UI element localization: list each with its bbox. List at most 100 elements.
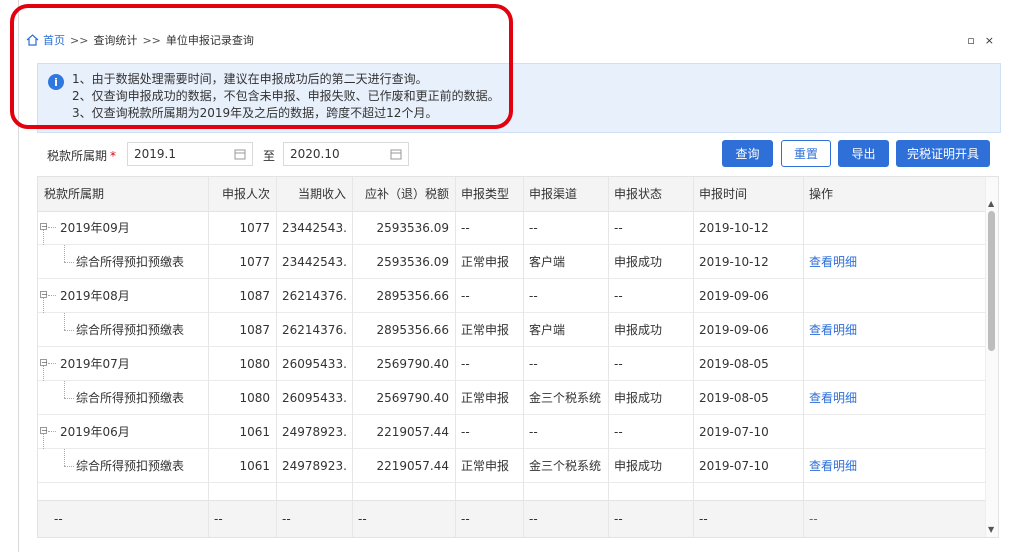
- column-divider: [455, 177, 456, 537]
- cell-time: 2019-10-12: [699, 255, 769, 269]
- cell-income: 24978923....: [282, 459, 346, 473]
- header-type: 申报类型: [461, 187, 510, 201]
- cell-count: 1087: [239, 323, 270, 337]
- cell-tax: 2219057.44: [376, 425, 449, 439]
- cell-tax: 2219057.44: [376, 459, 449, 473]
- header-status: 申报状态: [614, 187, 663, 201]
- cell-channel: --: [529, 425, 538, 439]
- collapse-icon[interactable]: −: [40, 291, 48, 299]
- cell-time: 2019-09-06: [699, 323, 769, 337]
- cell-status: --: [614, 289, 623, 303]
- cell-tax: 2895356.66: [376, 323, 449, 337]
- calendar-icon[interactable]: [390, 148, 402, 160]
- start-period-value: 2019.1: [134, 147, 176, 161]
- cell-income: 24978923....: [282, 425, 346, 439]
- header-channel: 申报渠道: [529, 187, 578, 201]
- footer-cell: --: [529, 512, 538, 526]
- required-mark: *: [110, 149, 117, 163]
- cell-time: 2019-08-05: [699, 357, 769, 371]
- cell-type: 正常申报: [461, 323, 510, 337]
- collapse-icon[interactable]: −: [40, 427, 48, 435]
- cell-status: 申报成功: [614, 391, 663, 405]
- cell-tax: 2593536.09: [376, 255, 449, 269]
- cell-period: 综合所得预扣预缴表: [76, 255, 185, 269]
- cell-tax: 2569790.40: [376, 391, 449, 405]
- cell-tax: 2895356.66: [376, 289, 449, 303]
- cell-type: --: [461, 425, 470, 439]
- cell-type: 正常申报: [461, 459, 510, 473]
- cell-type: --: [461, 289, 470, 303]
- header-op: 操作: [809, 187, 834, 201]
- cell-count: 1061: [239, 425, 270, 439]
- cell-period: 2019年07月: [60, 357, 130, 371]
- restore-icon[interactable]: ▫: [967, 34, 974, 47]
- cell-time: 2019-09-06: [699, 289, 769, 303]
- cell-status: --: [614, 221, 623, 235]
- certificate-button[interactable]: 完税证明开具: [896, 140, 990, 167]
- query-button[interactable]: 查询: [722, 140, 773, 167]
- cell-tax: 2569790.40: [376, 357, 449, 371]
- collapse-icon[interactable]: −: [40, 223, 48, 231]
- calendar-icon[interactable]: [234, 148, 246, 160]
- cell-type: 正常申报: [461, 391, 510, 405]
- header-tax: 应补（退）税额: [364, 187, 449, 201]
- cell-time: 2019-07-10: [699, 425, 769, 439]
- reset-button[interactable]: 重置: [781, 140, 831, 167]
- cell-count: 1061: [239, 459, 270, 473]
- cell-channel: 客户端: [529, 323, 566, 337]
- cell-income: 23442543....: [282, 255, 346, 269]
- cell-period: 综合所得预扣预缴表: [76, 459, 185, 473]
- footer-cell: --: [809, 512, 818, 526]
- tree-line: [64, 245, 65, 262]
- column-divider: [208, 177, 209, 537]
- cell-count: 1077: [239, 255, 270, 269]
- range-separator: 至: [263, 149, 276, 163]
- cell-period: 2019年09月: [60, 221, 130, 235]
- end-period-value: 2020.10: [290, 147, 340, 161]
- header-income: 当期收入: [297, 187, 346, 201]
- column-divider: [276, 177, 277, 537]
- cell-count: 1087: [239, 289, 270, 303]
- export-button[interactable]: 导出: [838, 140, 889, 167]
- cell-op[interactable]: 查看明细: [809, 449, 884, 483]
- header-period: 税款所属期: [44, 187, 105, 201]
- cell-channel: 金三个税系统: [529, 391, 602, 405]
- cell-income: 23442543....: [282, 221, 346, 235]
- cell-status: 申报成功: [614, 323, 663, 337]
- footer-cell: --: [214, 512, 223, 526]
- cell-channel: 客户端: [529, 255, 566, 269]
- cell-op[interactable]: 查看明细: [809, 381, 884, 415]
- period-label: 税款所属期 *: [47, 149, 117, 163]
- cell-op[interactable]: 查看明细: [809, 245, 884, 279]
- tree-line: [48, 363, 56, 364]
- footer-cell: --: [461, 512, 470, 526]
- tree-line: [64, 262, 74, 263]
- tree-line: [43, 298, 44, 313]
- vertical-scrollbar[interactable]: ▲ ▼: [985, 177, 998, 537]
- close-icon[interactable]: ×: [985, 34, 994, 47]
- cell-income: 26214376....: [282, 289, 346, 303]
- collapse-icon[interactable]: −: [40, 359, 48, 367]
- cell-income: 26095433....: [282, 391, 346, 405]
- cell-channel: 金三个税系统: [529, 459, 602, 473]
- column-divider: [523, 177, 524, 537]
- tree-line: [43, 434, 44, 449]
- cell-channel: --: [529, 289, 538, 303]
- column-divider: [352, 177, 353, 537]
- cell-op[interactable]: 查看明细: [809, 313, 884, 347]
- footer-cell: --: [699, 512, 708, 526]
- start-period-input[interactable]: 2019.1: [127, 142, 253, 166]
- column-divider: [803, 177, 804, 537]
- scroll-up-icon[interactable]: ▲: [988, 199, 994, 208]
- cell-income: 26214376....: [282, 323, 346, 337]
- window-controls: ▫ ×: [967, 26, 994, 54]
- cell-count: 1077: [239, 221, 270, 235]
- cell-time: 2019-08-05: [699, 391, 769, 405]
- scroll-down-icon[interactable]: ▼: [988, 525, 994, 534]
- tree-line: [64, 381, 65, 398]
- tree-line: [64, 466, 74, 467]
- scrollbar-thumb[interactable]: [988, 211, 995, 351]
- cell-period: 2019年08月: [60, 289, 130, 303]
- end-period-input[interactable]: 2020.10: [283, 142, 409, 166]
- records-table: 2019年09月 1077 23442543.... 2593536.09 -- -- --…: [37, 176, 999, 538]
